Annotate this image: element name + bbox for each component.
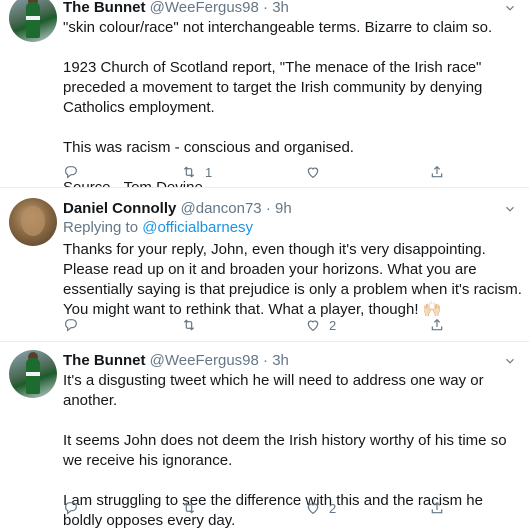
like-count: 2 xyxy=(329,500,337,516)
tweet-paragraph: This was racism - conscious and organise… xyxy=(63,139,354,156)
separator-dot: · xyxy=(265,200,271,217)
share-button[interactable] xyxy=(429,498,445,518)
separator-dot: · xyxy=(263,352,269,369)
tweet[interactable]: The Bunnet @WeeFergus98 · 3h It's a disg… xyxy=(0,342,529,529)
author-handle[interactable]: @dancon73 xyxy=(181,200,262,217)
author-name[interactable]: Daniel Connolly xyxy=(63,200,176,217)
author-handle[interactable]: @WeeFergus98 xyxy=(150,352,259,369)
tweet-actions: 2 xyxy=(63,498,483,518)
author-handle[interactable]: @WeeFergus98 xyxy=(150,0,259,16)
like-icon xyxy=(307,503,319,515)
share-button[interactable] xyxy=(429,315,445,335)
retweet-button[interactable] xyxy=(181,498,205,518)
retweet-icon xyxy=(183,319,195,331)
timestamp[interactable]: 3h xyxy=(272,352,289,369)
avatar[interactable] xyxy=(9,350,57,398)
retweet-icon xyxy=(183,166,195,178)
like-icon xyxy=(307,320,319,332)
tweet[interactable]: The Bunnet @WeeFergus98 · 3h "skin colou… xyxy=(0,0,529,196)
reply-button[interactable] xyxy=(63,162,87,182)
tweet-paragraph: It's a disgusting tweet which he will ne… xyxy=(63,372,484,409)
chevron-down-icon[interactable] xyxy=(503,1,517,15)
author-name[interactable]: The Bunnet xyxy=(63,352,146,369)
retweet-button[interactable]: 1 xyxy=(181,162,212,182)
retweet-icon xyxy=(183,502,195,514)
tweet-header: The Bunnet @WeeFergus98 · 3h xyxy=(63,0,289,16)
share-button[interactable] xyxy=(429,162,445,182)
author-name[interactable]: The Bunnet xyxy=(63,0,146,16)
reply-icon xyxy=(65,166,77,179)
tweet-actions: 2 xyxy=(63,315,483,335)
share-icon xyxy=(431,318,443,331)
reply-icon xyxy=(65,319,77,332)
like-count: 2 xyxy=(329,317,337,333)
like-button[interactable]: 2 xyxy=(305,315,336,335)
tweet-paragraph: Thanks for your reply, John, even though… xyxy=(63,241,522,318)
timestamp[interactable]: 3h xyxy=(272,0,289,16)
replying-to: Replying to @officialbarnesy xyxy=(63,219,253,236)
share-icon xyxy=(431,165,443,178)
mention-link[interactable]: @officialbarnesy xyxy=(142,219,253,236)
chevron-down-icon[interactable] xyxy=(503,202,517,216)
tweet-header: The Bunnet @WeeFergus98 · 3h xyxy=(63,352,289,369)
retweet-button[interactable] xyxy=(181,315,205,335)
tweet-paragraph: "skin colour/race" not interchangeable t… xyxy=(63,19,493,36)
tweet-actions: 1 xyxy=(63,162,483,182)
tweet-paragraph: It seems John does not deem the Irish hi… xyxy=(63,432,507,469)
tweet-text: Thanks for your reply, John, even though… xyxy=(63,240,523,320)
reply-button[interactable] xyxy=(63,498,87,518)
avatar[interactable] xyxy=(9,0,57,42)
reply-button[interactable] xyxy=(63,315,87,335)
like-button[interactable]: 2 xyxy=(305,498,336,518)
tweet-paragraph: 1923 Church of Scotland report, "The men… xyxy=(63,59,483,116)
tweet[interactable]: Daniel Connolly @dancon73 · 9h Replying … xyxy=(0,188,529,340)
like-icon xyxy=(307,167,319,179)
retweet-count: 1 xyxy=(205,164,213,180)
separator-dot: · xyxy=(263,0,269,16)
replying-prefix: Replying to xyxy=(63,219,139,236)
chevron-down-icon[interactable] xyxy=(503,354,517,368)
share-icon xyxy=(431,501,443,514)
avatar[interactable] xyxy=(9,198,57,246)
like-button[interactable] xyxy=(305,162,329,182)
timestamp[interactable]: 9h xyxy=(275,200,292,217)
reply-icon xyxy=(65,502,77,515)
tweet-header: Daniel Connolly @dancon73 · 9h xyxy=(63,200,292,217)
